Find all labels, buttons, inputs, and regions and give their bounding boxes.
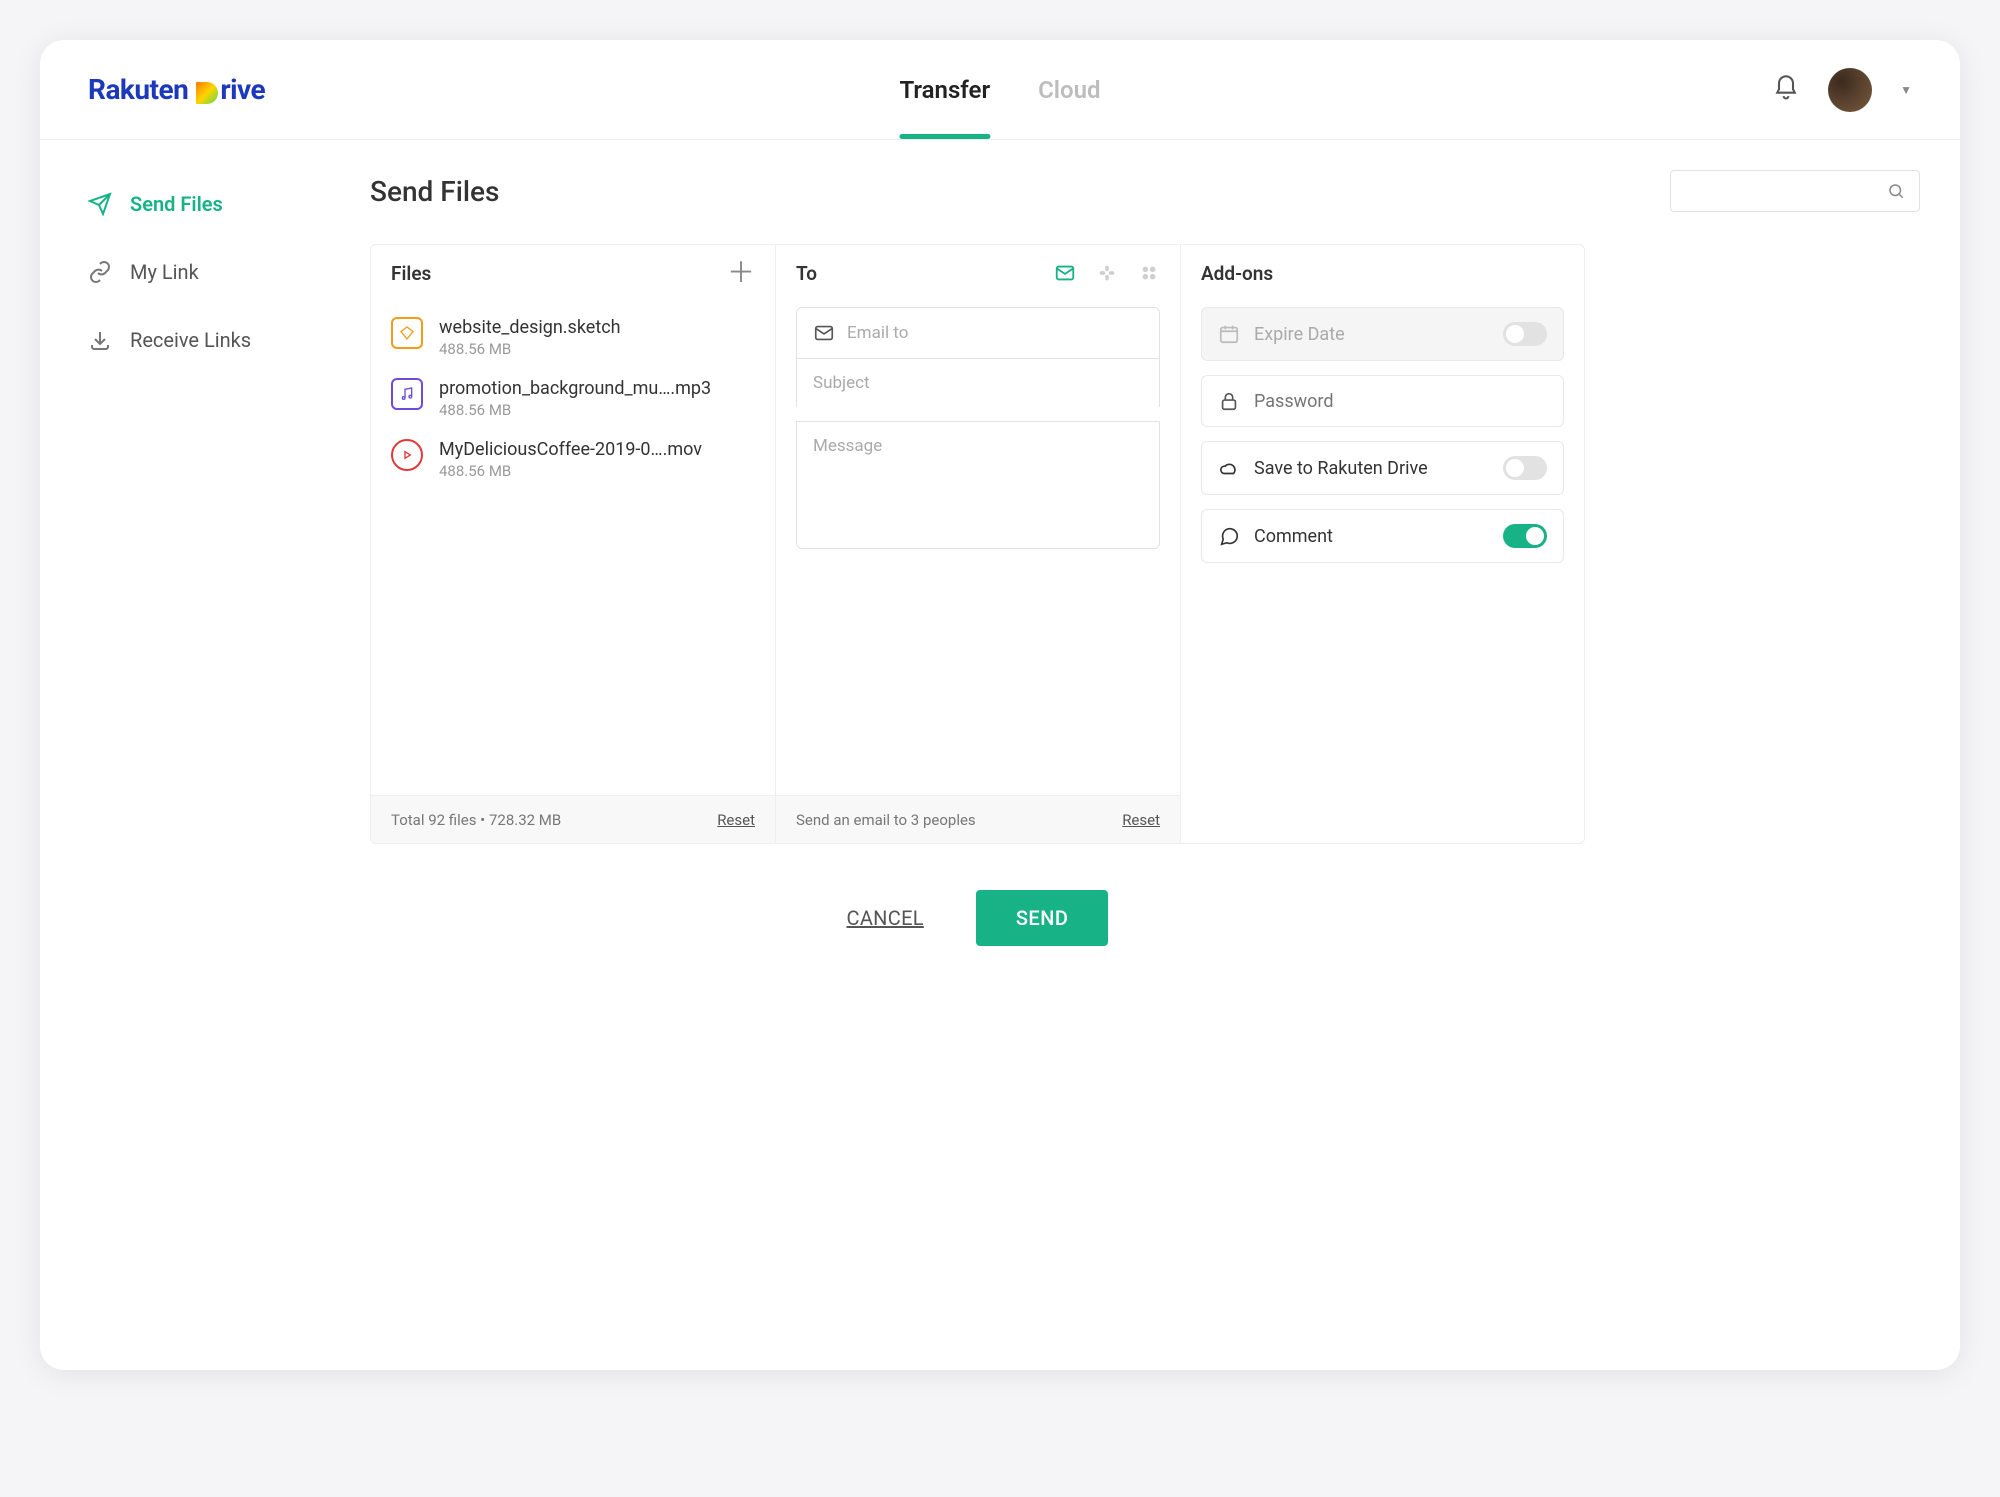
addon-expire: Expire Date (1201, 307, 1564, 361)
panel-to-title: To (796, 262, 817, 285)
panel-files: Files ＋ website_design.sketch 488.56 MB (371, 245, 776, 843)
file-row[interactable]: MyDeliciousCoffee-2019-0….mov 488.56 MB (391, 429, 755, 490)
file-name: website_design.sketch (439, 317, 621, 338)
addon-comment[interactable]: Comment (1201, 509, 1564, 563)
add-file-button[interactable]: ＋ (727, 259, 755, 287)
tab-transfer[interactable]: Transfer (899, 40, 990, 139)
file-name: promotion_background_mu….mp3 (439, 378, 711, 399)
avatar[interactable] (1828, 68, 1872, 112)
addon-label: Expire Date (1254, 324, 1345, 345)
app-window: Rakuten rive Transfer Cloud ▼ (40, 40, 1960, 1370)
sketch-icon (391, 317, 423, 349)
addon-label: Comment (1254, 526, 1333, 547)
sidebar-item-label: Send Files (130, 192, 223, 216)
sidebar-item-label: My Link (130, 260, 199, 284)
message-field[interactable] (813, 436, 1143, 476)
file-name: MyDeliciousCoffee-2019-0….mov (439, 439, 702, 460)
panel-addons-title: Add-ons (1201, 262, 1273, 285)
file-row[interactable]: website_design.sketch 488.56 MB (391, 307, 755, 368)
addon-save[interactable]: Save to Rakuten Drive (1201, 441, 1564, 495)
send-button[interactable]: SEND (976, 890, 1109, 946)
mail-icon[interactable] (1054, 262, 1076, 284)
panel-addons: Add-ons Expire Date (1181, 245, 1584, 843)
search-input[interactable] (1670, 170, 1920, 212)
main-tabs: Transfer Cloud (899, 40, 1100, 139)
link-icon (88, 260, 112, 284)
send-icon (88, 192, 112, 216)
message-field-wrapper (796, 421, 1160, 549)
file-size: 488.56 MB (439, 462, 702, 480)
files-reset-button[interactable]: Reset (717, 811, 755, 829)
email-field[interactable] (847, 323, 1143, 343)
lock-icon (1218, 390, 1240, 412)
comment-toggle[interactable] (1503, 524, 1547, 548)
main: Send Files Files ＋ (370, 140, 1960, 1370)
header: Rakuten rive Transfer Cloud ▼ (40, 40, 1960, 140)
sidebar: Send Files My Link Receive Links (40, 140, 370, 1370)
body: Send Files My Link Receive Links Send Fi… (40, 140, 1960, 1370)
envelope-icon (813, 322, 835, 344)
slack-icon[interactable] (1096, 262, 1118, 284)
to-footer-text: Send an email to 3 peoples (796, 811, 976, 829)
subject-field-wrapper (796, 358, 1160, 407)
logo-text-rakuten: Rakuten (88, 73, 188, 106)
to-reset-button[interactable]: Reset (1122, 811, 1160, 829)
panel-files-title: Files (391, 262, 431, 285)
panels: Files ＋ website_design.sketch 488.56 MB (370, 244, 1585, 844)
comment-icon (1218, 525, 1240, 547)
share-icon[interactable] (1138, 262, 1160, 284)
addon-label: Save to Rakuten Drive (1254, 458, 1428, 479)
expire-toggle (1503, 322, 1547, 346)
video-icon (391, 439, 423, 471)
email-field-wrapper (796, 307, 1160, 358)
page-title: Send Files (370, 175, 499, 208)
bell-icon[interactable] (1772, 74, 1800, 106)
save-toggle[interactable] (1503, 456, 1547, 480)
files-total: Total 92 files • 728.32 MB (391, 811, 561, 829)
sidebar-item-mylink[interactable]: My Link (80, 248, 350, 296)
cloud-icon (1218, 457, 1240, 479)
logo[interactable]: Rakuten rive (88, 73, 265, 106)
calendar-icon (1218, 323, 1240, 345)
file-size: 488.56 MB (439, 340, 621, 358)
password-field[interactable] (1254, 391, 1547, 412)
addon-password[interactable] (1201, 375, 1564, 427)
logo-d-icon (196, 82, 218, 104)
panel-to: To (776, 245, 1181, 843)
cancel-button[interactable]: CANCEL (847, 906, 924, 930)
file-row[interactable]: promotion_background_mu….mp3 488.56 MB (391, 368, 755, 429)
subject-field[interactable] (813, 373, 1143, 393)
tab-cloud[interactable]: Cloud (1038, 40, 1100, 139)
chevron-down-icon[interactable]: ▼ (1900, 83, 1912, 97)
sidebar-item-receive[interactable]: Receive Links (80, 316, 350, 364)
download-icon (88, 328, 112, 352)
sidebar-item-send[interactable]: Send Files (80, 180, 350, 228)
actions: CANCEL SEND (370, 890, 1585, 946)
sidebar-item-label: Receive Links (130, 328, 251, 352)
logo-text-drive: rive (220, 73, 265, 106)
search-icon (1887, 182, 1905, 200)
file-size: 488.56 MB (439, 401, 711, 419)
audio-icon (391, 378, 423, 410)
